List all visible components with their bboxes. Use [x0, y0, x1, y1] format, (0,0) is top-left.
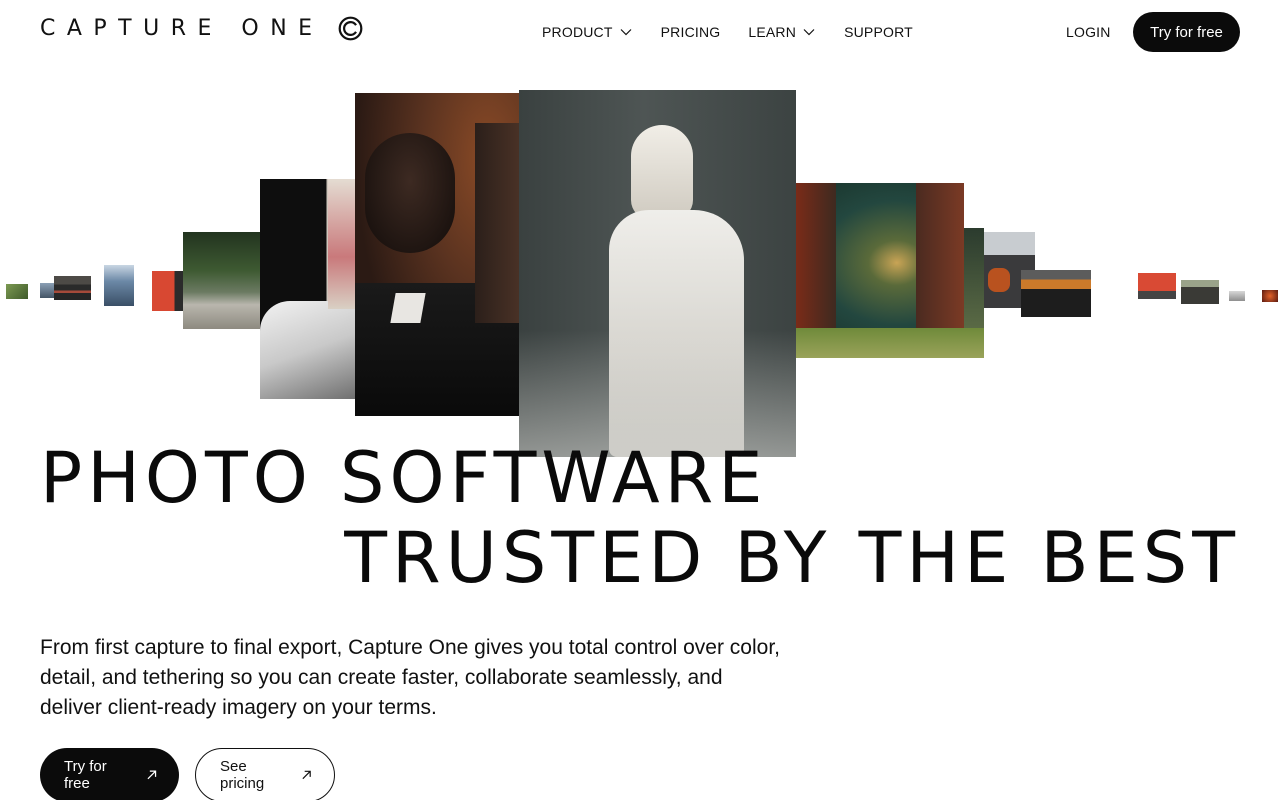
- hero-headline-line1: PHOTO SOFTWARE: [40, 437, 768, 519]
- nav-item-label: SUPPORT: [844, 24, 913, 40]
- photo-thumbnail: [183, 232, 263, 329]
- nav-item-learn[interactable]: LEARN: [748, 24, 816, 40]
- logo-wordmark: CAPTURE ONE: [40, 16, 324, 41]
- arrow-up-right-icon: [147, 770, 156, 780]
- logo[interactable]: CAPTURE ONE: [40, 16, 363, 41]
- photo-thumbnail: [6, 284, 28, 299]
- see-pricing-button[interactable]: See pricing: [195, 748, 335, 800]
- photo-thumbnail: [964, 228, 984, 328]
- hero-headline-line2: TRUSTED BY THE BEST: [344, 517, 1240, 599]
- photo-thumbnail: [1229, 291, 1245, 301]
- photo-thumbnail: [152, 271, 184, 311]
- nav-item-label: PRODUCT: [542, 24, 613, 40]
- photo-thumbnail: [1181, 280, 1219, 304]
- photo-carousel: [0, 80, 1280, 460]
- photo-thumbnail: [1021, 270, 1091, 317]
- nav-item-label: PRICING: [660, 24, 721, 40]
- cta-label: See pricing: [220, 758, 265, 792]
- main-nav: PRODUCT PRICING LEARN SUPPORT: [542, 24, 913, 40]
- photo-portrait-men: [355, 93, 521, 416]
- photo-thumbnail: [1138, 273, 1176, 299]
- try-for-free-cta-button[interactable]: Try for free: [40, 748, 179, 800]
- cta-label: Try for free: [64, 758, 107, 792]
- try-for-free-button[interactable]: Try for free: [1133, 12, 1240, 52]
- nav-item-support[interactable]: SUPPORT: [844, 24, 913, 40]
- photo-model-white-dress: [519, 90, 796, 457]
- photo-forest-scene: [796, 183, 964, 328]
- hero-description: From first capture to final export, Capt…: [40, 636, 781, 719]
- capture-one-logo-icon: [338, 16, 362, 41]
- photo-thumbnail: [54, 276, 91, 300]
- photo-thumbnail: [1262, 290, 1278, 302]
- photo-thumbnail: [104, 265, 134, 306]
- site-header: CAPTURE ONE PRODUCT PRICING LEARN SUPPOR…: [0, 0, 1280, 64]
- arrow-up-right-icon: [302, 770, 311, 780]
- chevron-down-icon: [803, 29, 815, 36]
- nav-item-label: LEARN: [748, 24, 797, 40]
- nav-item-pricing[interactable]: PRICING: [661, 24, 721, 40]
- nav-item-product[interactable]: PRODUCT: [542, 24, 633, 40]
- chevron-down-icon: [620, 29, 632, 36]
- photo-grass-field: [796, 328, 984, 358]
- photo-thumbnail: [260, 179, 358, 399]
- login-link[interactable]: LOGIN: [1066, 24, 1111, 40]
